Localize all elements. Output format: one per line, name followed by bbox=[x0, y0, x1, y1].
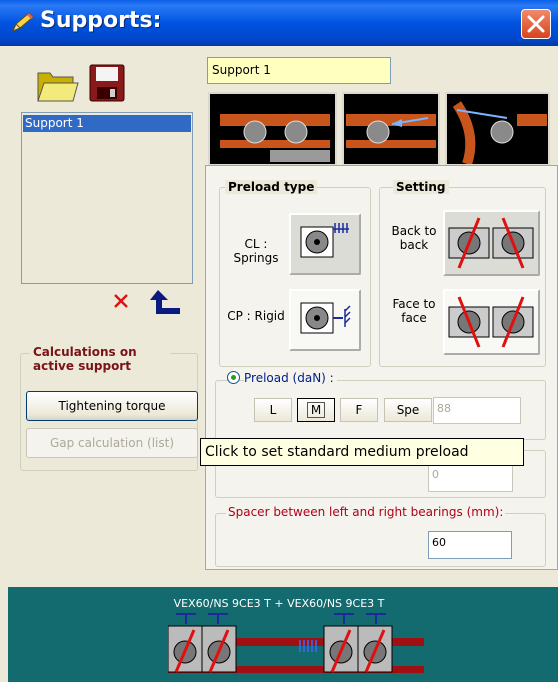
cp-rigid-button[interactable] bbox=[289, 289, 361, 351]
return-arrow-icon[interactable] bbox=[148, 288, 182, 318]
spacer-value-field[interactable]: 60 bbox=[428, 531, 512, 559]
spring-bearing-icon bbox=[300, 223, 349, 258]
setting-legend: Setting bbox=[393, 180, 449, 194]
bearing-image-3[interactable] bbox=[445, 92, 550, 166]
assembly-description: VEX60/NS 9CE3 T + VEX60/NS 9CE3 T bbox=[173, 597, 385, 610]
face-to-face-icon bbox=[448, 296, 534, 348]
bearing-icon bbox=[346, 114, 436, 148]
face-to-face-label: Face to face bbox=[392, 297, 436, 325]
cl-springs-button[interactable] bbox=[289, 213, 361, 275]
pencil-icon bbox=[12, 12, 34, 32]
preload-medium-button[interactable]: M bbox=[297, 398, 335, 422]
cl-springs-label: CL : Springs bbox=[233, 237, 279, 265]
preload-medium-label: M bbox=[306, 402, 326, 418]
save-icon[interactable] bbox=[88, 63, 126, 103]
gap-value-field[interactable]: 0 bbox=[428, 463, 513, 492]
preload-value-field[interactable]: 88 bbox=[433, 397, 521, 424]
preload-special-button[interactable]: Spe bbox=[384, 398, 432, 422]
preload-label: Preload (daN) : bbox=[244, 371, 337, 385]
spacer-label: Spacer between left and right bearings (… bbox=[226, 505, 506, 519]
close-icon bbox=[527, 15, 545, 33]
bearing-icon bbox=[220, 114, 330, 162]
bearing-icon bbox=[452, 101, 547, 166]
preload-type-legend: Preload type bbox=[225, 180, 318, 194]
open-folder-icon[interactable] bbox=[35, 65, 79, 105]
delete-icon[interactable] bbox=[113, 293, 129, 309]
back-to-back-label: Back to back bbox=[391, 224, 437, 252]
preload-tooltip: Click to set standard medium preload bbox=[200, 438, 524, 466]
rigid-bearing-icon bbox=[300, 302, 351, 334]
preload-firm-button[interactable]: F bbox=[340, 398, 378, 422]
assembly-diagram-icon bbox=[168, 613, 424, 673]
support-list[interactable]: Support 1 bbox=[21, 112, 193, 284]
list-item[interactable]: Support 1 bbox=[23, 115, 191, 132]
cp-rigid-label: CP : Rigid bbox=[227, 309, 285, 323]
close-button[interactable] bbox=[521, 9, 551, 39]
back-to-back-button[interactable] bbox=[443, 210, 540, 276]
bearing-image-2[interactable] bbox=[342, 92, 440, 166]
preload-light-button[interactable]: L bbox=[254, 398, 292, 422]
face-to-face-button[interactable] bbox=[443, 289, 540, 355]
bearing-image-1[interactable] bbox=[208, 92, 337, 166]
support-name-field[interactable]: Support 1 bbox=[207, 57, 391, 84]
title-bar[interactable]: Supports: bbox=[0, 0, 558, 46]
radio-dot bbox=[231, 375, 236, 380]
supports-window: Supports: Support 1 Calculations on acti… bbox=[0, 0, 558, 682]
window-title: Supports: bbox=[40, 8, 162, 33]
calculations-legend: Calculations on active support bbox=[30, 345, 170, 373]
preload-radio[interactable] bbox=[227, 371, 240, 384]
tightening-torque-button[interactable]: Tightening torque bbox=[26, 391, 198, 421]
gap-calculation-button[interactable]: Gap calculation (list) bbox=[26, 428, 198, 458]
back-to-back-icon bbox=[448, 217, 534, 269]
